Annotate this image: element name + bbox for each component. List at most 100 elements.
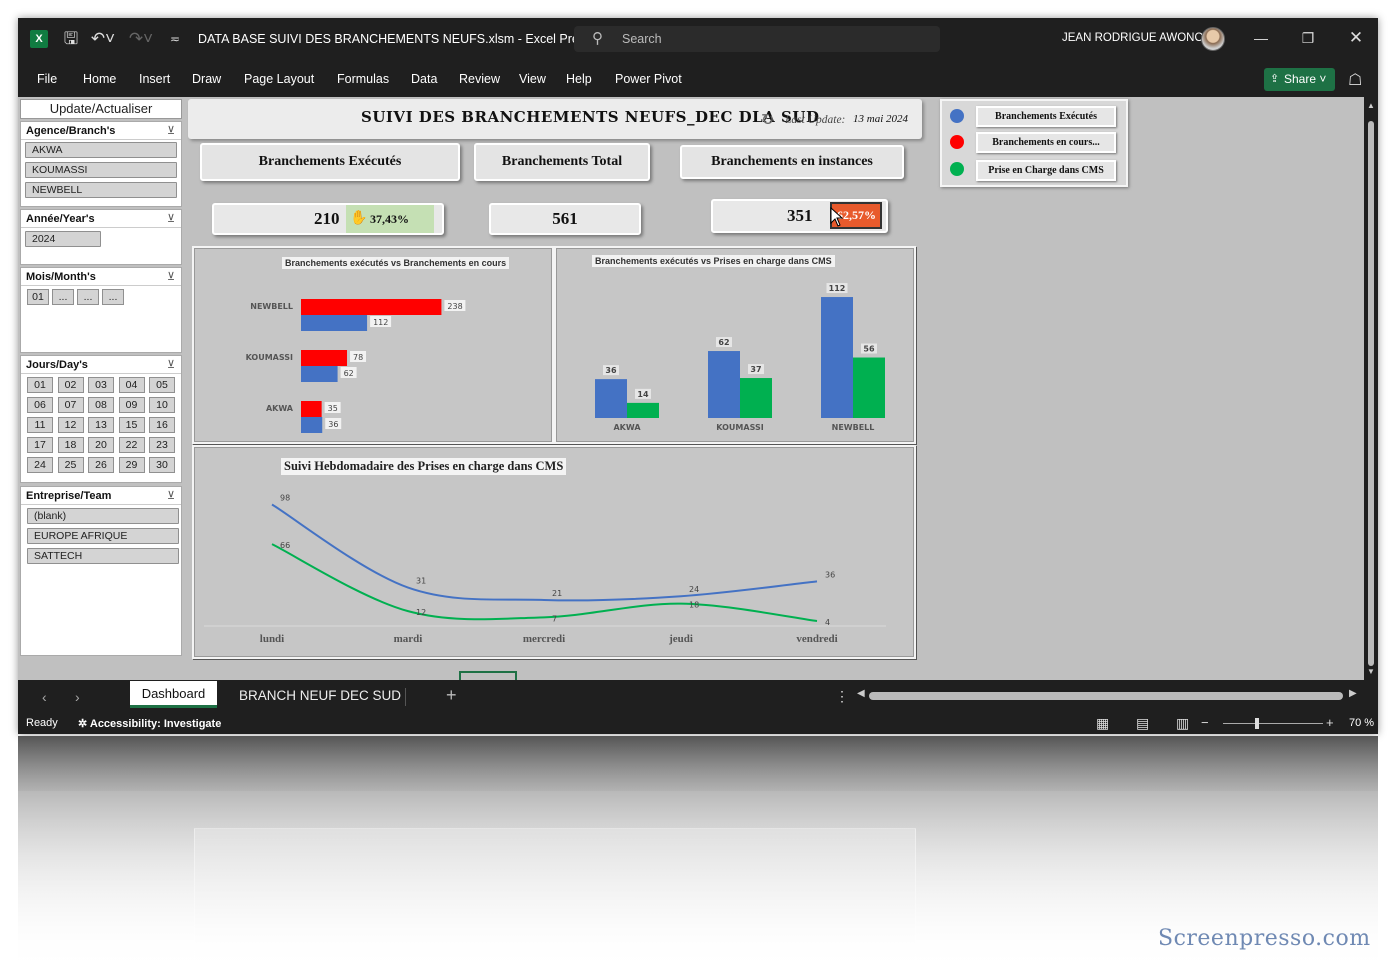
menu-insert[interactable]: Insert: [139, 72, 170, 86]
chart-executes-vs-cms[interactable]: Branchements exécutés vs Prises en charg…: [554, 246, 916, 444]
slicer-item-akwa[interactable]: AKWA: [25, 142, 177, 158]
zoom-level[interactable]: 70 %: [1349, 717, 1374, 729]
tab-next-icon[interactable]: ›: [75, 689, 80, 705]
slicer-item-month[interactable]: 01: [27, 289, 49, 305]
scroll-right-icon[interactable]: ▶: [1349, 688, 1357, 699]
slicer-item-day[interactable]: 26: [88, 457, 114, 473]
page-layout-view-icon[interactable]: ▤: [1136, 715, 1149, 732]
slicer-item-day[interactable]: 20: [88, 437, 114, 453]
zoom-slider[interactable]: [1223, 723, 1323, 724]
slicer-item-day[interactable]: 18: [57, 437, 84, 453]
vertical-scrollbar[interactable]: ▲ ▼: [1364, 97, 1378, 680]
slicer-item-newbell[interactable]: NEWBELL: [25, 182, 177, 198]
slicer-item-day[interactable]: 10: [149, 397, 175, 413]
scroll-up-icon[interactable]: ▲: [1367, 101, 1375, 110]
update-button[interactable]: Update/Actualiser: [20, 99, 182, 119]
customize-toolbar-icon[interactable]: ≂: [168, 29, 182, 49]
share-button[interactable]: ⇪ Share ˅: [1264, 68, 1335, 91]
chart-executes-vs-en-cours[interactable]: Branchements exécutés vs Branchements en…: [192, 246, 554, 444]
slicer-item-day[interactable]: 13: [88, 417, 114, 433]
slicer-item-day[interactable]: 15: [118, 417, 145, 433]
add-sheet-icon[interactable]: +: [446, 685, 457, 706]
avatar[interactable]: [1201, 27, 1225, 51]
menu-data[interactable]: Data: [411, 72, 437, 86]
slicer-item-day[interactable]: 12: [57, 417, 84, 433]
menu-home[interactable]: Home: [83, 72, 116, 86]
slicer-item-day[interactable]: 25: [57, 457, 84, 473]
scroll-thumb[interactable]: [1368, 121, 1374, 666]
x-axis-label: mardi: [394, 633, 423, 645]
slicer-item-day[interactable]: 09: [118, 397, 145, 413]
clear-filter-icon[interactable]: ⊻: [167, 358, 175, 371]
slicer-item-day[interactable]: 03: [88, 377, 114, 393]
more-options-icon[interactable]: ⋮: [835, 688, 849, 705]
slicer-item-europe-afrique[interactable]: EUROPE AFRIQUE: [27, 528, 179, 544]
title-bar: X 🖫 ↶˅ ↷˅ ≂ DATA BASE SUIVI DES BRANCHEM…: [18, 18, 1378, 60]
menu-formulas[interactable]: Formulas: [337, 72, 389, 86]
minimize-icon[interactable]: —: [1251, 28, 1271, 48]
page-break-view-icon[interactable]: ▥: [1176, 715, 1189, 732]
slicer-item-day[interactable]: 05: [149, 377, 175, 393]
slicer-item-day[interactable]: 08: [88, 397, 114, 413]
data-label: 112: [829, 284, 846, 293]
slicer-item-day[interactable]: 02: [57, 377, 84, 393]
slicer-item-2024[interactable]: 2024: [25, 231, 101, 247]
slicer-item-day[interactable]: 24: [27, 457, 53, 473]
bar: [627, 402, 659, 418]
slicer-item-koumassi[interactable]: KOUMASSI: [25, 162, 177, 178]
scroll-left-icon[interactable]: ◀: [857, 688, 865, 699]
kpi-executes-label: Branchements Exécutés: [200, 143, 460, 181]
tab-branch-neuf[interactable]: BRANCH NEUF DEC SUD: [239, 688, 401, 703]
slicer-item-day[interactable]: 22: [118, 437, 145, 453]
slicer-item-month[interactable]: ...: [77, 289, 99, 305]
worksheet[interactable]: Update/Actualiser Agence/Branch's ⊻ AKWA…: [18, 97, 1364, 680]
clear-filter-icon[interactable]: ⊻: [167, 212, 175, 225]
scroll-down-icon[interactable]: ▼: [1367, 667, 1375, 676]
zoom-out-icon[interactable]: −: [1201, 715, 1209, 730]
slicer-item-blank[interactable]: (blank): [27, 508, 179, 524]
slicer-item-day[interactable]: 11: [27, 417, 53, 433]
zoom-slider-thumb[interactable]: [1255, 718, 1259, 729]
normal-view-icon[interactable]: ▦: [1096, 715, 1109, 732]
accessibility-status[interactable]: ✲ Accessibility: Investigate: [78, 717, 221, 730]
search-input[interactable]: ⚲ Search: [574, 26, 940, 52]
horizontal-scrollbar[interactable]: [869, 692, 1343, 700]
slicer-item-day[interactable]: 29: [118, 457, 145, 473]
save-icon[interactable]: 🖫: [62, 29, 80, 49]
clear-filter-icon[interactable]: ⊻: [167, 270, 175, 283]
tab-prev-icon[interactable]: ‹: [42, 689, 47, 705]
menu-review[interactable]: Review: [459, 72, 500, 86]
close-icon[interactable]: ✕: [1346, 28, 1366, 48]
menu-power-pivot[interactable]: Power Pivot: [615, 72, 682, 86]
redo-icon[interactable]: ↷˅: [128, 29, 154, 49]
menu-draw[interactable]: Draw: [192, 72, 221, 86]
slicer-item-month[interactable]: ...: [52, 289, 74, 305]
restore-icon[interactable]: ❐: [1298, 28, 1318, 48]
comments-icon[interactable]: ☖: [1348, 70, 1362, 90]
zoom-in-icon[interactable]: +: [1326, 715, 1334, 730]
slicer-item-day[interactable]: 04: [118, 377, 145, 393]
chart-suivi-hebdomadaire[interactable]: lundi mardi mercredi jeudi vendredi 98 31 21 24 3…: [192, 445, 916, 659]
data-label: 62: [718, 338, 729, 347]
undo-icon[interactable]: ↶˅: [90, 29, 116, 49]
slicer-item-day[interactable]: 16: [149, 417, 175, 433]
slicer-item-day[interactable]: 30: [149, 457, 175, 473]
clear-filter-icon[interactable]: ⊻: [167, 489, 175, 502]
data-label: 21: [552, 589, 562, 598]
tab-dashboard[interactable]: Dashboard: [130, 681, 217, 708]
series-line: [271, 543, 818, 623]
slicer-item-day[interactable]: 17: [27, 437, 53, 453]
slicer-item-day[interactable]: 07: [57, 397, 84, 413]
slicer-header: Jours/Day's: [26, 359, 88, 371]
menu-view[interactable]: View: [519, 72, 546, 86]
slicer-item-month[interactable]: ...: [102, 289, 124, 305]
selected-cell[interactable]: [459, 671, 517, 680]
slicer-item-sattech[interactable]: SATTECH: [27, 548, 179, 564]
slicer-item-day[interactable]: 06: [27, 397, 53, 413]
slicer-item-day[interactable]: 01: [27, 377, 53, 393]
menu-file[interactable]: File: [37, 72, 57, 86]
menu-page-layout[interactable]: Page Layout: [244, 72, 314, 86]
clear-filter-icon[interactable]: ⊻: [167, 124, 175, 137]
menu-help[interactable]: Help: [566, 72, 592, 86]
slicer-item-day[interactable]: 23: [149, 437, 175, 453]
